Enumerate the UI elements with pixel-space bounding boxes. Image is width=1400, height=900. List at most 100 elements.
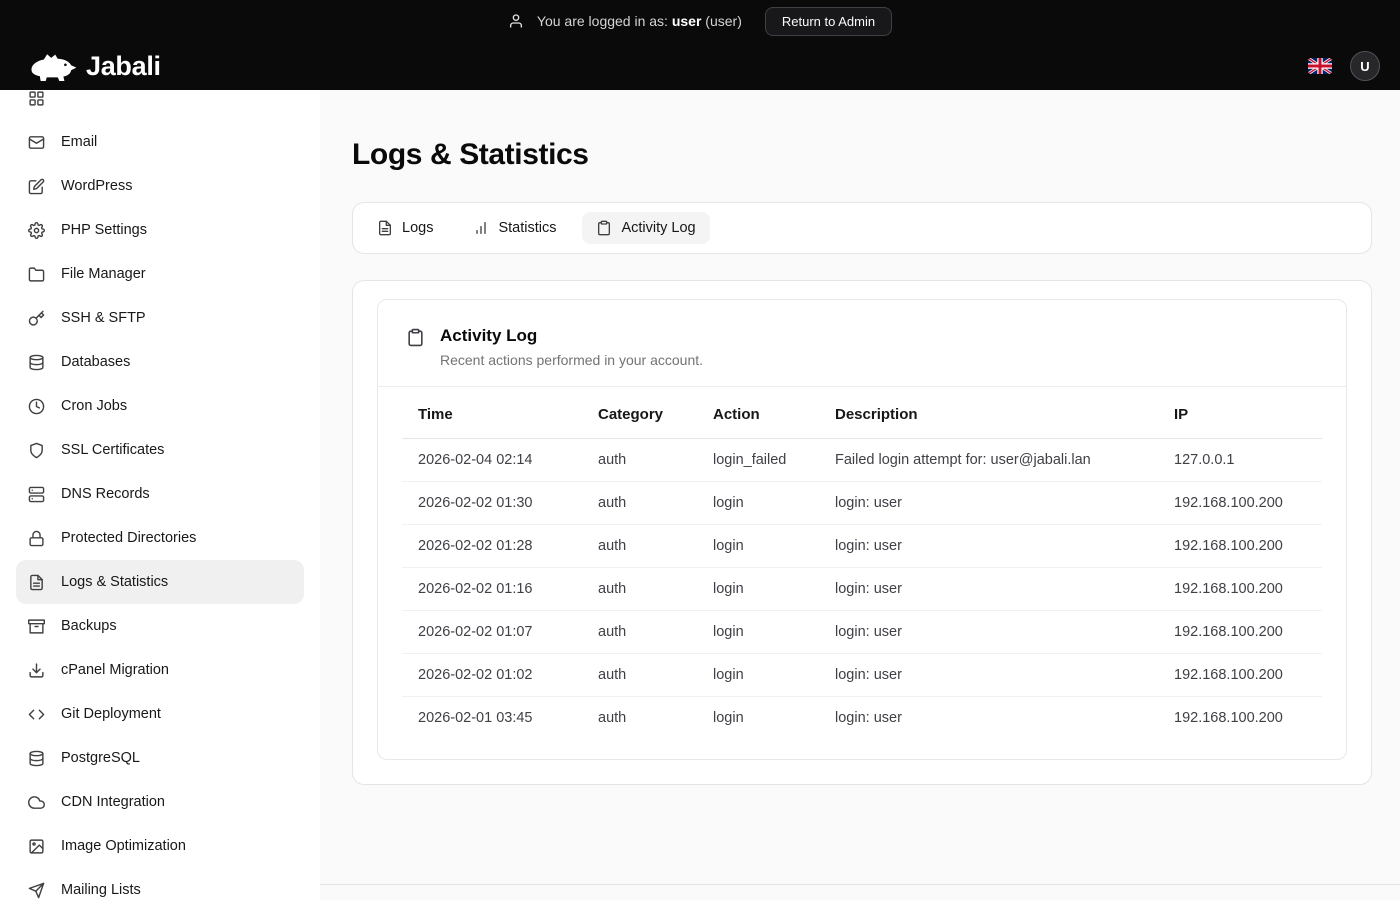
panel-header-text: Activity Log Recent actions performed in… xyxy=(440,326,703,368)
sidebar-item-dns-records[interactable]: DNS Records xyxy=(16,472,304,516)
sidebar-item-php-settings[interactable]: PHP Settings xyxy=(16,208,304,252)
sidebar-item-ssh-sftp[interactable]: SSH & SFTP xyxy=(16,296,304,340)
tabs: Logs Statistics Activity Log xyxy=(363,212,710,244)
sidebar-item-label: PHP Settings xyxy=(61,222,147,238)
tab-label: Activity Log xyxy=(621,220,695,236)
sidebar-item-label: DNS Records xyxy=(61,486,150,502)
activity-log-card: Activity Log Recent actions performed in… xyxy=(352,280,1372,785)
edit-icon xyxy=(28,178,45,195)
impersonation-bar: You are logged in as: user (user) Return… xyxy=(0,0,1400,42)
sidebar-item-label: Logs & Statistics xyxy=(61,574,168,590)
server-icon xyxy=(28,486,45,503)
table-cell: 2026-02-02 01:30 xyxy=(402,482,582,525)
cloud-icon xyxy=(28,794,45,811)
sidebar-item-clipped[interactable] xyxy=(16,90,304,120)
table-cell: login xyxy=(697,482,819,525)
settings-icon xyxy=(28,222,45,239)
sidebar-item-label: Mailing Lists xyxy=(61,882,141,898)
table-cell: auth xyxy=(582,482,697,525)
table-cell: auth xyxy=(582,525,697,568)
sidebar-item-mailing-lists[interactable]: Mailing Lists xyxy=(16,868,304,900)
table-row: 2026-02-02 01:30authloginlogin: user192.… xyxy=(402,482,1322,525)
tab-label: Statistics xyxy=(498,220,556,236)
sidebar-item-cpanel-migration[interactable]: cPanel Migration xyxy=(16,648,304,692)
sidebar-item-image-optimization[interactable]: Image Optimization xyxy=(16,824,304,868)
sidebar-item-label: Protected Directories xyxy=(61,530,196,546)
page-title: Logs & Statistics xyxy=(352,138,1372,172)
sidebar-item-label: File Manager xyxy=(61,266,146,282)
file-text-icon xyxy=(28,574,45,591)
table-cell: auth xyxy=(582,697,697,740)
panel-header: Activity Log Recent actions performed in… xyxy=(378,300,1346,387)
mail-icon xyxy=(28,134,45,151)
table-cell: 2026-02-02 01:28 xyxy=(402,525,582,568)
activity-table: TimeCategoryActionDescriptionIP 2026-02-… xyxy=(402,391,1322,739)
panel-subtitle: Recent actions performed in your account… xyxy=(440,352,703,368)
sidebar-item-label: Databases xyxy=(61,354,130,370)
sidebar-item-wordpress[interactable]: WordPress xyxy=(16,164,304,208)
logged-in-prefix: You are logged in as: xyxy=(537,13,668,29)
table-cell: 2026-02-04 02:14 xyxy=(402,439,582,482)
shield-icon xyxy=(28,442,45,459)
footer-divider xyxy=(320,884,1400,885)
archive-icon xyxy=(28,618,45,635)
sidebar-item-file-manager[interactable]: File Manager xyxy=(16,252,304,296)
app-header: Jabali U xyxy=(0,42,1400,90)
clipboard-icon xyxy=(406,328,425,368)
sidebar-item-cron-jobs[interactable]: Cron Jobs xyxy=(16,384,304,428)
boar-icon xyxy=(26,47,78,85)
table-cell: login: user xyxy=(819,568,1158,611)
sidebar-item-email[interactable]: Email xyxy=(16,120,304,164)
table-cell: auth xyxy=(582,654,697,697)
image-icon xyxy=(28,838,45,855)
user-avatar[interactable]: U xyxy=(1350,51,1380,81)
table-wrap: TimeCategoryActionDescriptionIP 2026-02-… xyxy=(378,387,1346,759)
table-cell: login xyxy=(697,611,819,654)
column-header: Time xyxy=(402,391,582,439)
lock-icon xyxy=(28,530,45,547)
file-text-icon xyxy=(377,220,393,236)
sidebar-item-databases[interactable]: Databases xyxy=(16,340,304,384)
table-cell: login: user xyxy=(819,482,1158,525)
logged-in-text: You are logged in as: user (user) xyxy=(537,13,742,29)
grid-icon xyxy=(28,90,45,107)
table-row: 2026-02-02 01:07authloginlogin: user192.… xyxy=(402,611,1322,654)
tab-logs[interactable]: Logs xyxy=(363,212,447,244)
sidebar-item-label: SSL Certificates xyxy=(61,442,164,458)
sidebar-item-ssl-certificates[interactable]: SSL Certificates xyxy=(16,428,304,472)
sidebar-item-label: WordPress xyxy=(61,178,132,194)
sidebar-nav: Email WordPress PHP Settings File Manager SS… xyxy=(16,90,304,900)
table-cell: auth xyxy=(582,439,697,482)
brand-name: Jabali xyxy=(86,51,161,82)
sidebar-item-label: Git Deployment xyxy=(61,706,161,722)
send-icon xyxy=(28,882,45,899)
database-icon xyxy=(28,750,45,767)
key-icon xyxy=(28,310,45,327)
brand-logo[interactable]: Jabali xyxy=(26,47,161,85)
sidebar-item-git-deployment[interactable]: Git Deployment xyxy=(16,692,304,736)
folder-icon xyxy=(28,266,45,283)
sidebar-item-label: Image Optimization xyxy=(61,838,186,854)
return-to-admin-button[interactable]: Return to Admin xyxy=(765,7,892,36)
column-header: Category xyxy=(582,391,697,439)
logged-in-role: (user) xyxy=(705,13,742,29)
sidebar-item-logs-statistics[interactable]: Logs & Statistics xyxy=(16,560,304,604)
tab-activity-log[interactable]: Activity Log xyxy=(582,212,709,244)
table-cell: 192.168.100.200 xyxy=(1158,525,1322,568)
table-cell: 2026-02-02 01:07 xyxy=(402,611,582,654)
sidebar-item-postgresql[interactable]: PostgreSQL xyxy=(16,736,304,780)
table-cell: 192.168.100.200 xyxy=(1158,482,1322,525)
column-header: Description xyxy=(819,391,1158,439)
sidebar-item-protected-directories[interactable]: Protected Directories xyxy=(16,516,304,560)
table-cell: 192.168.100.200 xyxy=(1158,568,1322,611)
sidebar-item-backups[interactable]: Backups xyxy=(16,604,304,648)
table-cell: auth xyxy=(582,568,697,611)
tab-statistics[interactable]: Statistics xyxy=(459,212,570,244)
table-cell: login: user xyxy=(819,697,1158,740)
sidebar-item-label: cPanel Migration xyxy=(61,662,169,678)
sidebar-item-label: Backups xyxy=(61,618,117,634)
sidebar-item-label: Email xyxy=(61,134,97,150)
language-flag-icon[interactable] xyxy=(1308,58,1332,74)
table-cell: login: user xyxy=(819,525,1158,568)
sidebar-item-cdn-integration[interactable]: CDN Integration xyxy=(16,780,304,824)
